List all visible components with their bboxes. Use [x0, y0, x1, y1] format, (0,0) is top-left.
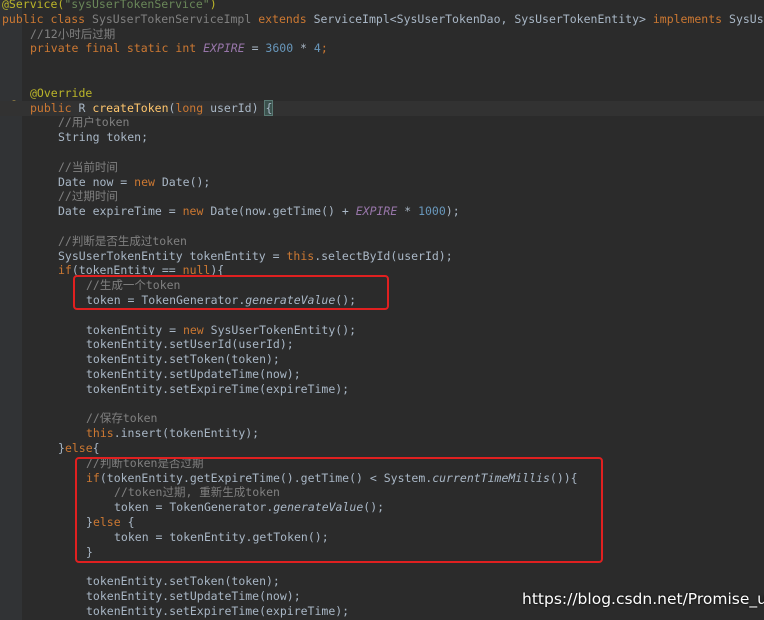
code-token: SysUserTokenService { [729, 11, 764, 26]
code-token: tokenEntity.setUpdateTime(now); [86, 589, 301, 603]
code-line[interactable]: //判断是否生成过token [0, 234, 187, 249]
code-line[interactable]: SysUserTokenEntity tokenEntity = this.se… [0, 249, 453, 264]
code-line[interactable] [0, 559, 2, 574]
code-token: Date(); [161, 174, 211, 189]
code-line[interactable]: this.insert(tokenEntity); [0, 426, 259, 441]
code-token: ; [320, 41, 328, 56]
code-line[interactable] [0, 219, 2, 234]
code-line[interactable]: tokenEntity.setToken(token); [0, 574, 280, 589]
code-token: ServiceImpl<SysUserTokenDao, SysUserToke… [313, 11, 653, 26]
code-token: @Service( [2, 0, 65, 11]
code-line[interactable]: public R createToken(long userId) { [0, 99, 764, 116]
code-line[interactable]: tokenEntity.setUpdateTime(now); [0, 367, 301, 382]
code-line[interactable] [0, 145, 2, 160]
code-token: 3600 [265, 41, 294, 56]
code-token: 4 [313, 41, 321, 56]
code-token: tokenEntity.setUserId(userId); [86, 337, 294, 352]
code-line[interactable]: //保存token [0, 411, 157, 426]
code-line[interactable]: tokenEntity.setExpireTime(expireTime); [0, 382, 349, 397]
code-token: new [182, 204, 211, 219]
code-line[interactable]: tokenEntity = new SysUserTokenEntity(); [0, 323, 356, 338]
code-token: tokenEntity.setToken(token); [86, 574, 280, 589]
code-token: EXPIRE [203, 41, 245, 56]
code-token: String token; [58, 130, 149, 145]
code-line[interactable]: }else{ [0, 441, 100, 456]
code-line[interactable] [0, 71, 2, 86]
code-token: = [244, 41, 266, 56]
code-line[interactable]: //12小时后过期 [0, 27, 115, 42]
code-token: ) [209, 0, 217, 11]
code-line[interactable]: public class SysUserTokenServiceImpl ext… [0, 12, 764, 27]
code-token: SysUserTokenServiceImpl [92, 11, 252, 26]
code-token: SysUserTokenEntity tokenEntity = [58, 248, 287, 263]
code-token: SysUserTokenEntity(); [210, 322, 357, 337]
code-token: 1000 [418, 204, 446, 219]
code-token: new [182, 322, 211, 337]
code-token: //保存token [86, 411, 158, 426]
code-token: else [64, 441, 93, 455]
code-token: long [175, 100, 211, 115]
code-token: this [286, 248, 315, 263]
code-line[interactable]: String token; [0, 130, 148, 145]
code-token: implements [652, 11, 730, 26]
code-line[interactable]: //过期时间 [0, 189, 118, 204]
code-token: Date(now.getTime() + [210, 204, 356, 219]
code-line[interactable]: //用户token [0, 115, 129, 130]
code-token: tokenEntity.setToken(token); [86, 352, 280, 367]
code-line[interactable]: //当前时间 [0, 160, 118, 175]
code-token: //判断是否生成过token [58, 233, 187, 248]
watermark-text: https://blog.csdn.net/Promise_up [522, 590, 764, 608]
code-token: new [134, 174, 162, 189]
code-line[interactable]: tokenEntity.setExpireTime(expireTime); [0, 604, 349, 619]
code-token: public class [2, 11, 93, 26]
code-token: createToken [92, 100, 169, 115]
code-token: Date expireTime = [58, 204, 183, 219]
code-token: tokenEntity.setExpireTime(expireTime); [86, 381, 350, 396]
code-token: //用户token [58, 115, 130, 130]
code-line[interactable] [0, 56, 2, 71]
code-token: this [86, 426, 114, 441]
code-line[interactable]: tokenEntity.setUpdateTime(now); [0, 589, 301, 604]
code-token: private final static int [30, 41, 204, 56]
code-line[interactable] [0, 308, 2, 323]
code-token: tokenEntity = [86, 322, 183, 337]
code-token: public [30, 100, 79, 115]
code-token: //当前时间 [58, 159, 118, 174]
code-token: { [264, 99, 274, 116]
code-token: userId) [210, 100, 266, 115]
highlight-box-expire-check [75, 457, 603, 563]
code-token: } [58, 441, 65, 455]
code-line[interactable]: @Override [0, 86, 92, 101]
code-line[interactable] [0, 397, 2, 412]
code-token: EXPIRE [355, 204, 398, 219]
code-token: if [58, 263, 72, 278]
code-token: R [78, 100, 93, 115]
code-token: { [92, 441, 100, 455]
code-token: //12小时后过期 [30, 26, 116, 41]
code-line[interactable]: private final static int EXPIRE = 3600 *… [0, 41, 328, 56]
code-token: @Override [30, 85, 93, 100]
code-token: "sysUserTokenService" [64, 0, 210, 11]
code-token: extends [251, 11, 314, 26]
code-line[interactable]: Date expireTime = new Date(now.getTime()… [0, 204, 460, 219]
code-token: Date now = [58, 174, 135, 189]
code-token: ); [445, 204, 460, 219]
code-token: * [293, 41, 314, 56]
code-editor[interactable]: @Service("sysUserTokenService") public cl… [0, 0, 764, 620]
code-line[interactable]: tokenEntity.setToken(token); [0, 352, 280, 367]
code-line[interactable]: tokenEntity.setUserId(userId); [0, 337, 294, 352]
code-token: .selectById(userId); [314, 248, 453, 263]
code-token: //过期时间 [58, 189, 118, 204]
code-token: tokenEntity.setExpireTime(expireTime); [86, 603, 350, 618]
code-token: .insert(tokenEntity); [113, 426, 260, 441]
code-token: tokenEntity.setUpdateTime(now); [86, 367, 301, 381]
highlight-box-generate-token [73, 275, 389, 310]
code-line[interactable]: @Service("sysUserTokenService") [0, 0, 217, 12]
code-token: * [397, 204, 419, 219]
code-line[interactable]: Date now = new Date(); [0, 175, 210, 190]
